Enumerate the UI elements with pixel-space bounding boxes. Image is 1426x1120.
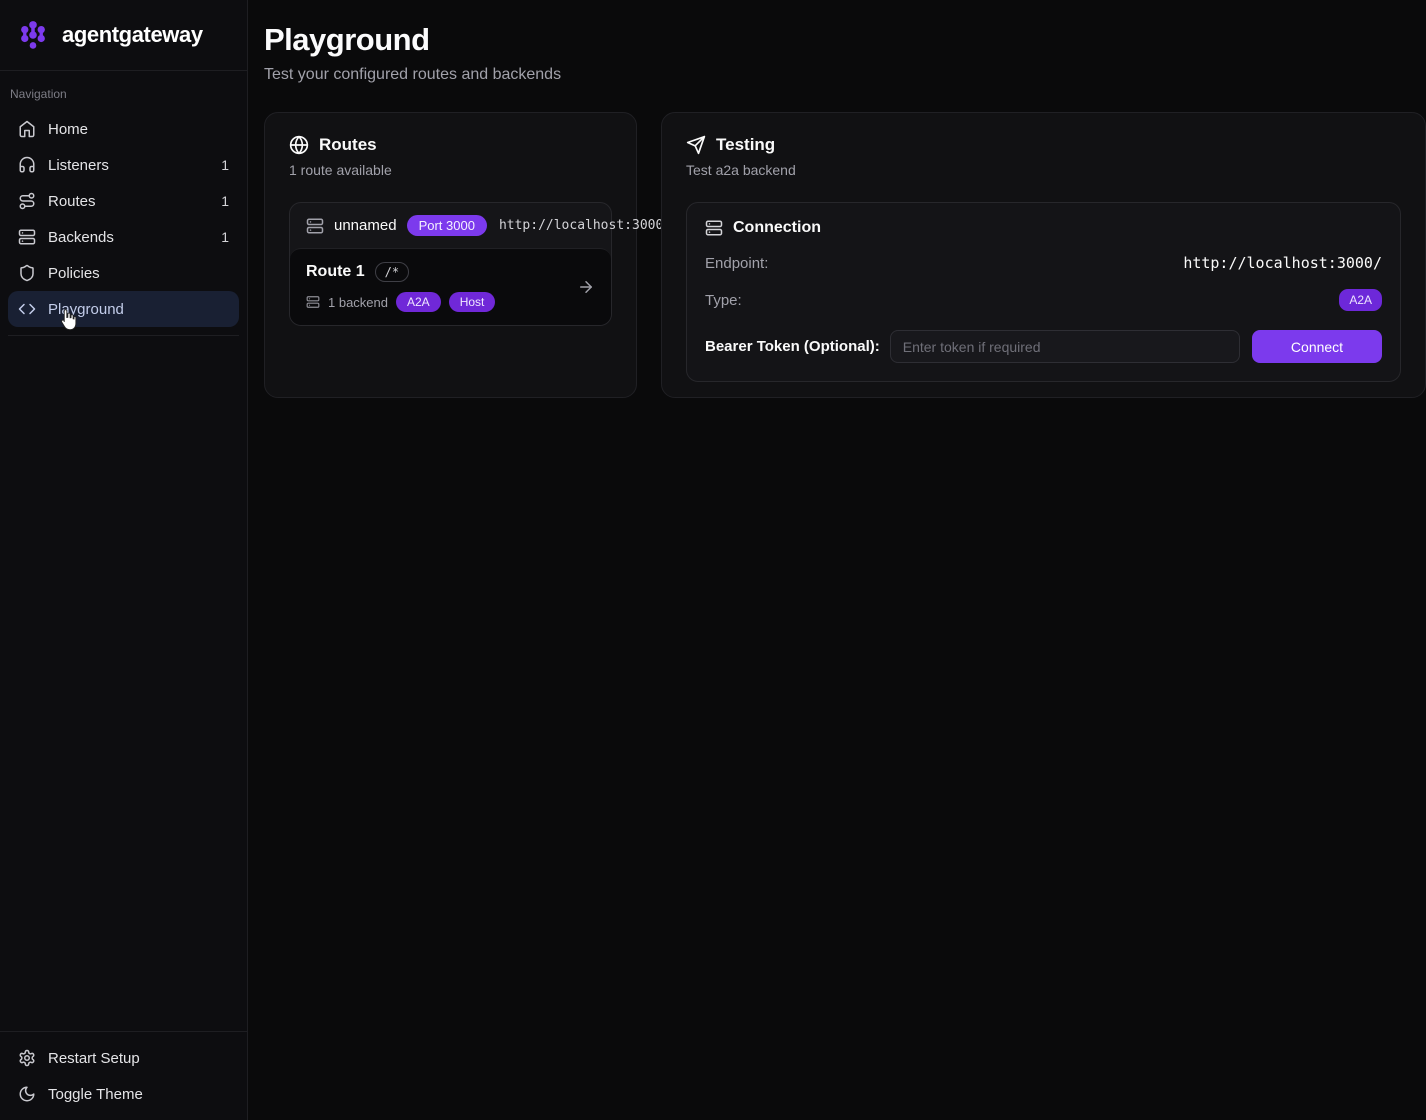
sidebar-footer: Restart Setup Toggle Theme [0, 1031, 247, 1120]
testing-card-header: Testing [686, 135, 1401, 155]
arrow-right-icon[interactable] [577, 278, 595, 296]
sidebar-item-count: 1 [221, 157, 229, 173]
headphones-icon [18, 156, 36, 174]
port-badge: Port 3000 [407, 215, 487, 236]
code-icon [18, 300, 36, 318]
route-badge-a2a: A2A [396, 292, 441, 312]
nav-section-label: Navigation [8, 81, 239, 111]
sidebar-item-routes[interactable]: Routes 1 [8, 183, 239, 219]
sidebar-item-playground[interactable]: Playground [8, 291, 239, 327]
moon-icon [18, 1085, 36, 1103]
sidebar: agentgateway Navigation Home Listeners 1… [0, 0, 248, 1120]
bearer-token-label: Bearer Token (Optional): [705, 338, 880, 355]
home-icon [18, 120, 36, 138]
sidebar-item-label: Routes [48, 193, 96, 210]
type-badge: A2A [1339, 289, 1382, 311]
server-icon [306, 295, 320, 309]
route-badge-host: Host [449, 292, 496, 312]
sidebar-item-label: Policies [48, 265, 100, 282]
page-title: Playground [264, 22, 1426, 58]
toggle-theme-button[interactable]: Toggle Theme [8, 1076, 239, 1112]
testing-card-title: Testing [716, 135, 775, 155]
connection-panel: Connection Endpoint: http://localhost:30… [686, 202, 1401, 382]
routes-card-header: Routes [289, 135, 612, 155]
agentgateway-logo-icon [14, 16, 52, 54]
testing-card: Testing Test a2a backend Connection Endp… [661, 112, 1426, 398]
route-meta-row: 1 backend A2A Host [306, 292, 595, 312]
server-icon [705, 219, 723, 237]
gear-icon [18, 1049, 36, 1067]
sidebar-nav: Navigation Home Listeners 1 Routes 1 [0, 71, 247, 1031]
restart-setup-button[interactable]: Restart Setup [8, 1040, 239, 1076]
backend-count: 1 backend [328, 295, 388, 310]
connect-button[interactable]: Connect [1252, 330, 1382, 363]
route-list-item[interactable]: Route 1 /* 1 backend A2A Host [290, 248, 611, 325]
connection-header: Connection [705, 219, 1382, 237]
sidebar-item-label: Listeners [48, 157, 109, 174]
route-path-badge: /* [375, 262, 409, 282]
listener-group: unnamed Port 3000 http://localhost:3000/… [289, 202, 612, 326]
bearer-token-row: Bearer Token (Optional): Connect [705, 330, 1382, 363]
main-content: Playground Test your configured routes a… [248, 0, 1426, 1120]
route-title-row: Route 1 /* [306, 262, 595, 282]
sidebar-item-count: 1 [221, 193, 229, 209]
cards-row: Routes 1 route available unnamed Port 30… [264, 112, 1426, 398]
server-icon [306, 217, 324, 235]
endpoint-value: http://localhost:3000/ [1183, 254, 1382, 272]
routes-card-title: Routes [319, 135, 377, 155]
testing-card-subtitle: Test a2a backend [686, 162, 1401, 178]
connection-title: Connection [733, 219, 821, 237]
server-icon [18, 228, 36, 246]
route-name: Route 1 [306, 263, 365, 281]
app-logo: agentgateway [0, 0, 247, 71]
globe-icon [289, 135, 309, 155]
type-label: Type: [705, 292, 742, 309]
endpoint-label: Endpoint: [705, 255, 768, 272]
sidebar-item-label: Home [48, 121, 88, 138]
bearer-token-input[interactable] [890, 330, 1240, 363]
nav-divider [8, 335, 239, 336]
endpoint-row: Endpoint: http://localhost:3000/ [705, 254, 1382, 272]
send-icon [686, 135, 706, 155]
sidebar-item-label: Playground [48, 301, 124, 318]
restart-setup-label: Restart Setup [48, 1050, 140, 1067]
listener-name: unnamed [334, 217, 397, 234]
sidebar-item-policies[interactable]: Policies [8, 255, 239, 291]
toggle-theme-label: Toggle Theme [48, 1086, 143, 1103]
shield-icon [18, 264, 36, 282]
sidebar-item-listeners[interactable]: Listeners 1 [8, 147, 239, 183]
routes-card: Routes 1 route available unnamed Port 30… [264, 112, 637, 398]
listener-url: http://localhost:3000/ [499, 218, 671, 233]
sidebar-item-home[interactable]: Home [8, 111, 239, 147]
sidebar-item-count: 1 [221, 229, 229, 245]
app-name: agentgateway [62, 22, 203, 48]
listener-header: unnamed Port 3000 http://localhost:3000/ [290, 203, 611, 248]
type-row: Type: A2A [705, 289, 1382, 311]
sidebar-item-backends[interactable]: Backends 1 [8, 219, 239, 255]
page-subtitle: Test your configured routes and backends [264, 66, 1426, 84]
route-icon [18, 192, 36, 210]
routes-card-subtitle: 1 route available [289, 162, 612, 178]
sidebar-item-label: Backends [48, 229, 114, 246]
